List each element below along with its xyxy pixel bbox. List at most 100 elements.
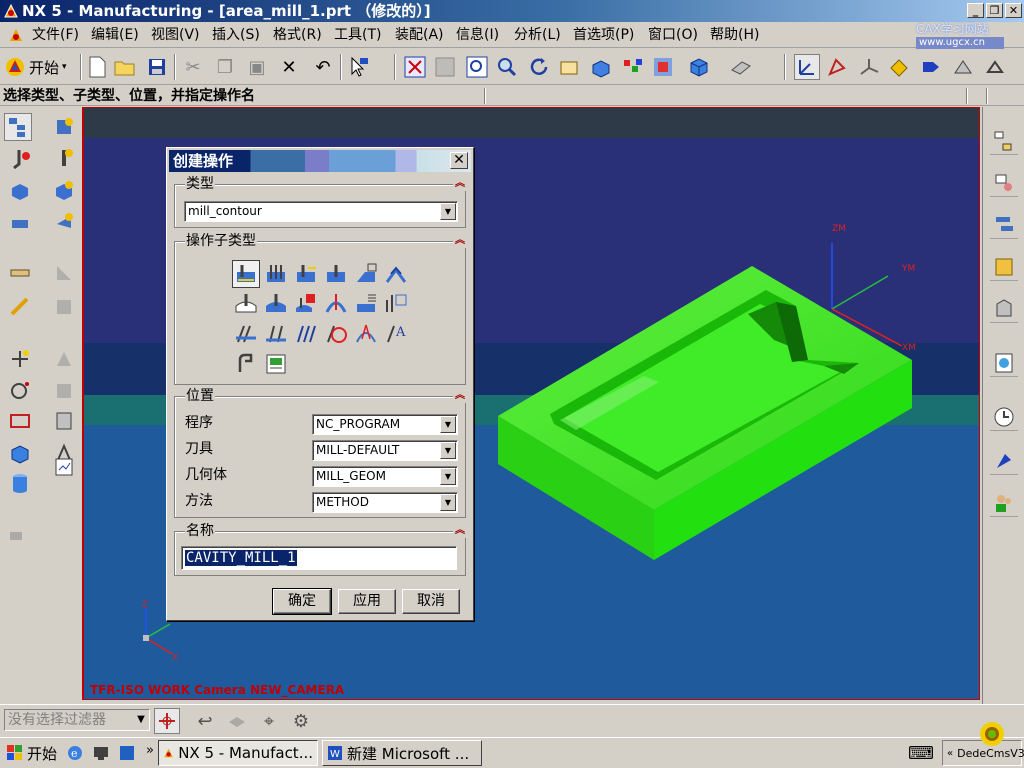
plunge-milling-icon[interactable]	[262, 260, 290, 288]
menu-edit[interactable]: 编辑(E)	[91, 25, 139, 45]
shop-doc-icon[interactable]	[50, 377, 78, 405]
assembly-navigator-icon[interactable]	[990, 127, 1018, 155]
measure-icon[interactable]	[6, 293, 34, 321]
roles-icon[interactable]	[990, 489, 1018, 517]
subtype-collapse-icon[interactable]: ︽	[453, 234, 467, 248]
rest-milling-icon[interactable]	[322, 260, 350, 288]
flowcut-single-icon[interactable]	[382, 290, 410, 318]
shaded-view-icon[interactable]	[588, 54, 614, 80]
media-quicklaunch-icon[interactable]	[114, 740, 140, 766]
corner-rough-icon[interactable]	[292, 260, 320, 288]
snap-icon[interactable]	[982, 54, 1008, 80]
zoom-region-icon[interactable]	[432, 54, 458, 80]
postprocess-icon[interactable]	[50, 345, 78, 373]
snap-point-icon[interactable]	[154, 708, 180, 734]
location-collapse-icon[interactable]: ︽	[453, 389, 467, 403]
verify-path-icon[interactable]	[50, 293, 78, 321]
selection-scope-icon[interactable]	[224, 708, 250, 734]
cavity-mill-icon[interactable]	[232, 260, 260, 288]
tool-path-icon[interactable]	[6, 259, 34, 287]
filter-dropdown-arrow-icon[interactable]: ▼	[133, 710, 149, 730]
cube-view-icon[interactable]	[686, 54, 712, 80]
rectangle-icon[interactable]	[6, 407, 34, 435]
csys-icon[interactable]	[856, 54, 882, 80]
program-select[interactable]: NC_PROGRAM ▼	[312, 414, 458, 435]
method-dropdown-arrow-icon[interactable]: ▼	[440, 494, 456, 511]
geometry-select[interactable]: MILL_GEOM ▼	[312, 466, 458, 487]
tool-dropdown-arrow-icon[interactable]: ▼	[440, 442, 456, 459]
block-icon[interactable]	[6, 439, 34, 467]
type-dropdown-arrow-icon[interactable]: ▼	[440, 203, 456, 220]
select-options-icon[interactable]: ⚙	[288, 708, 314, 734]
menu-window[interactable]: 窗口(O)	[648, 25, 698, 45]
delete-icon[interactable]: ✕	[276, 54, 302, 80]
desktop-quicklaunch-icon[interactable]	[88, 740, 114, 766]
program-order-view-icon[interactable]	[4, 113, 32, 141]
geometry-view-icon[interactable]	[6, 177, 34, 205]
contour-text-icon[interactable]	[352, 290, 380, 318]
machining-method-view-icon[interactable]	[6, 209, 34, 237]
select-toolbar-icon[interactable]	[346, 54, 372, 80]
fit-view-icon[interactable]	[402, 54, 428, 80]
keyboard-tray-icon[interactable]: ⌨	[908, 740, 934, 766]
fixed-contour-icon[interactable]	[232, 290, 260, 318]
reuse-library-icon[interactable]	[990, 253, 1018, 281]
menu-file[interactable]: 文件(F)	[32, 25, 79, 45]
dialog-title-bar[interactable]: 创建操作 ✕	[169, 150, 471, 172]
open-folder-icon[interactable]	[112, 54, 138, 80]
pan-icon[interactable]	[556, 54, 582, 80]
generate-path-icon[interactable]	[50, 259, 78, 287]
dialog-close-button[interactable]: ✕	[450, 152, 468, 169]
datum-icon[interactable]	[950, 54, 976, 80]
apply-button[interactable]: 应用	[338, 589, 396, 614]
menu-information[interactable]: 信息(I)	[456, 25, 499, 45]
create-program-icon[interactable]	[50, 113, 78, 141]
machine-navigator-icon[interactable]	[990, 295, 1018, 323]
quicklaunch-chevron-icon[interactable]: »	[146, 743, 154, 758]
close-button[interactable]: ✕	[1005, 3, 1022, 18]
menu-help[interactable]: 帮助(H)	[710, 25, 759, 45]
system-materials-icon[interactable]	[990, 447, 1018, 475]
snap-toggle-icon[interactable]: ⌖	[256, 708, 282, 734]
shop-report-icon[interactable]	[50, 453, 78, 481]
flowcut-multiple-icon[interactable]	[232, 320, 260, 348]
start-menu-button[interactable]: 开始 ▾	[4, 54, 67, 80]
operation-name-input[interactable]: CAVITY_MILL_1	[181, 546, 457, 570]
edge-display-icon[interactable]	[728, 54, 754, 80]
machine-tool-view-icon[interactable]	[6, 145, 34, 173]
task-word[interactable]: W 新建 Microsoft ...	[322, 740, 482, 766]
operation-navigator-icon[interactable]	[990, 211, 1018, 239]
output-cls-icon[interactable]	[50, 407, 78, 435]
flowcut-smooth-icon[interactable]	[292, 320, 320, 348]
paste-icon[interactable]: ▣	[244, 54, 270, 80]
type-select[interactable]: mill_contour ▼	[184, 201, 458, 222]
menu-insert[interactable]: 插入(S)	[212, 25, 260, 45]
cylinder-icon[interactable]	[6, 469, 34, 497]
menu-view[interactable]: 视图(V)	[151, 25, 200, 45]
cancel-button[interactable]: 取消	[402, 589, 460, 614]
cut-icon[interactable]: ✂	[180, 54, 206, 80]
wcs-icon[interactable]	[794, 54, 820, 80]
windows-start-button[interactable]: 开始	[2, 740, 61, 766]
feature-icon[interactable]	[4, 521, 32, 549]
menu-assembly[interactable]: 装配(A)	[395, 25, 444, 45]
web-browser-icon[interactable]	[990, 349, 1018, 377]
layer-icon[interactable]	[650, 54, 676, 80]
contour-area-icon[interactable]	[262, 290, 290, 318]
orient-icon[interactable]	[824, 54, 850, 80]
type-filter-select[interactable]: 没有选择过滤器 ▼	[4, 709, 150, 731]
menu-preferences[interactable]: 首选项(P)	[573, 25, 634, 45]
point-icon[interactable]	[886, 54, 912, 80]
undo-icon[interactable]: ↶	[310, 54, 336, 80]
name-collapse-icon[interactable]: ︽	[453, 524, 467, 538]
copy-icon[interactable]: ❐	[212, 54, 238, 80]
tool-select[interactable]: MILL-DEFAULT ▼	[312, 440, 458, 461]
planar-text-icon[interactable]: A	[382, 320, 410, 348]
create-tool-icon[interactable]	[50, 145, 78, 173]
constraint-navigator-icon[interactable]	[990, 169, 1018, 197]
create-geometry-icon[interactable]	[50, 177, 78, 205]
task-nx5[interactable]: NX 5 - Manufact...	[158, 740, 318, 766]
variable-contour-icon[interactable]	[352, 320, 380, 348]
flowcut-ref-tool-icon[interactable]	[262, 320, 290, 348]
menu-format[interactable]: 格式(R)	[273, 25, 322, 45]
